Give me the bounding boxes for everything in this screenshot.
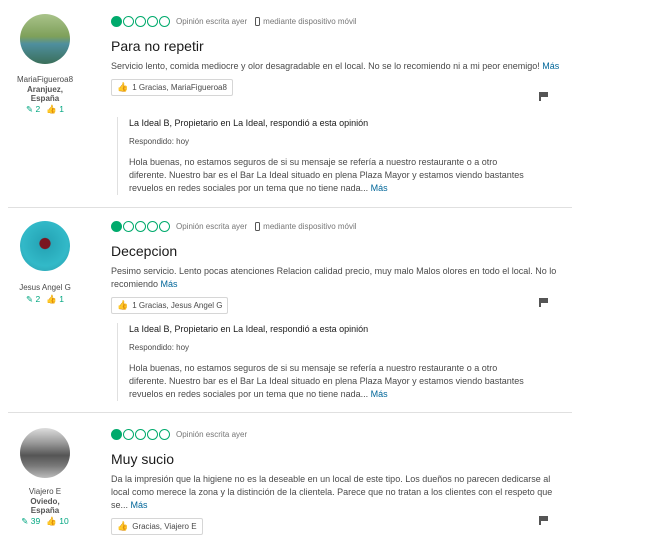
response-more-link[interactable]: Más <box>371 389 388 399</box>
owner-response: La Ideal B, Propietario en La Ideal, res… <box>117 323 529 401</box>
more-link[interactable]: Más <box>161 279 178 289</box>
response-date: Respondido: hoy <box>129 137 190 146</box>
review-card: Jesus Angel G ✎ 2 👍 1 Opinión escrita ay… <box>0 207 572 411</box>
helpful-votes-icon: 👍 <box>46 104 57 114</box>
member-stats: ✎ 2 👍 1 <box>0 294 90 305</box>
member-name[interactable]: MariaFigueroa8 <box>0 75 90 85</box>
thumbs-up-icon: 👍 <box>117 300 129 310</box>
helpful-votes-icon: 👍 <box>46 294 57 304</box>
review-count: 2 <box>35 294 41 304</box>
review-date: Opinión escrita ayer <box>176 429 248 439</box>
member-stats: ✎ 39 👍 10 <box>0 516 90 527</box>
rating-bubble-icon <box>111 220 170 232</box>
member-name[interactable]: Jesus Angel G <box>0 283 90 293</box>
response-header: La Ideal B, Propietario en La Ideal, res… <box>129 324 369 334</box>
flag-icon[interactable] <box>539 298 548 307</box>
review-title[interactable]: Muy sucio <box>111 450 571 468</box>
thanks-button[interactable]: 👍 Gracias, Viajero E <box>111 518 203 535</box>
avatar[interactable] <box>20 221 70 271</box>
review-meta: Opinión escrita ayer mediante dispositiv… <box>111 14 571 28</box>
flag-icon[interactable] <box>539 516 548 525</box>
review-count: 39 <box>30 516 41 526</box>
mobile-phone-icon <box>255 16 261 26</box>
helpful-votes-icon: 👍 <box>46 516 57 526</box>
member-name[interactable]: Viajero E <box>0 487 90 497</box>
review-title[interactable]: Decepcion <box>111 242 571 260</box>
review-meta: Opinión escrita ayer mediante dispositiv… <box>111 219 571 233</box>
member-info: Jesus Angel G ✎ 2 👍 1 <box>0 221 90 305</box>
rating-bubble-icon <box>111 428 170 440</box>
review-date: Opinión escrita ayer <box>176 16 248 26</box>
response-header: La Ideal B, Propietario en La Ideal, res… <box>129 118 369 128</box>
review-title[interactable]: Para no repetir <box>111 37 571 55</box>
avatar[interactable] <box>20 428 70 478</box>
review-count: 2 <box>35 104 41 114</box>
more-link[interactable]: Más <box>131 500 148 510</box>
review-card: MariaFigueroa8 Aranjuez, España ✎ 2 👍 1 … <box>0 0 572 206</box>
review-card: Viajero E Oviedo, España ✎ 39 👍 10 Opini… <box>0 412 572 539</box>
mobile-indicator: mediante dispositivo móvil <box>255 16 357 26</box>
avatar[interactable] <box>20 14 70 64</box>
mobile-indicator: mediante dispositivo móvil <box>255 221 357 231</box>
review-content: Opinión escrita ayer Muy sucio Da la imp… <box>111 427 571 535</box>
flag-icon[interactable] <box>539 92 548 101</box>
member-info: Viajero E Oviedo, España ✎ 39 👍 10 <box>0 428 90 527</box>
review-body: Pesimo servicio. Lento pocas atenciones … <box>111 266 557 289</box>
more-link[interactable]: Más <box>542 61 559 71</box>
review-count-icon: ✎ <box>21 516 29 526</box>
review-count-icon: ✎ <box>26 104 34 114</box>
member-location-country: España <box>30 506 60 515</box>
response-body: Hola buenas, no estamos seguros de si su… <box>129 157 524 193</box>
helpful-count: 1 <box>59 104 64 114</box>
thumbs-up-icon: 👍 <box>117 521 129 531</box>
member-stats: ✎ 2 👍 1 <box>0 104 90 115</box>
owner-response: La Ideal B, Propietario en La Ideal, res… <box>117 117 529 195</box>
review-body: Da la impresión que la higiene no es la … <box>111 474 553 510</box>
member-info: MariaFigueroa8 Aranjuez, España ✎ 2 👍 1 <box>0 14 90 115</box>
response-date: Respondido: hoy <box>129 343 190 352</box>
helpful-count: 10 <box>59 516 69 526</box>
review-content: Opinión escrita ayer mediante dispositiv… <box>111 14 571 96</box>
thumbs-up-icon: 👍 <box>117 82 129 92</box>
thanks-button[interactable]: 👍 1 Gracias, MariaFigueroa8 <box>111 79 233 96</box>
helpful-count: 1 <box>59 294 64 304</box>
review-content: Opinión escrita ayer mediante dispositiv… <box>111 219 571 314</box>
member-location-country: España <box>30 94 60 103</box>
member-location: Oviedo, <box>30 497 60 506</box>
response-more-link[interactable]: Más <box>371 183 388 193</box>
mobile-phone-icon <box>255 221 261 231</box>
review-date: Opinión escrita ayer <box>176 221 248 231</box>
review-body: Servicio lento, comida mediocre y olor d… <box>111 61 560 71</box>
rating-bubble-icon <box>111 15 170 27</box>
review-meta: Opinión escrita ayer <box>111 427 571 441</box>
review-count-icon: ✎ <box>26 294 34 304</box>
response-body: Hola buenas, no estamos seguros de si su… <box>129 363 524 399</box>
thanks-button[interactable]: 👍 1 Gracias, Jesus Angel G <box>111 297 229 314</box>
member-location: Aranjuez, <box>26 85 63 94</box>
